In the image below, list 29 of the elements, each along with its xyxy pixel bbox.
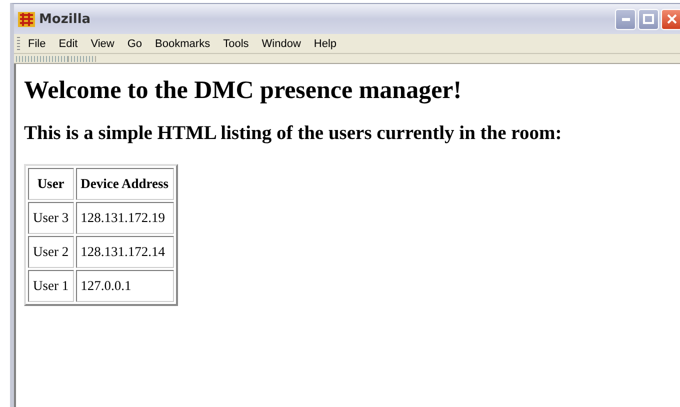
menu-item[interactable]: View [90, 38, 114, 50]
menu-item[interactable]: Edit [58, 38, 78, 50]
menu-item[interactable]: Tools [223, 38, 249, 50]
collapsed-toolbar[interactable] [16, 56, 69, 62]
table-cell: 128.131.172.19 [76, 202, 174, 234]
table-cell: User 3 [28, 202, 74, 234]
menu-item[interactable]: File [28, 38, 46, 50]
page-subheading: This is a simple HTML listing of the users currently in the room: [24, 122, 563, 146]
menu-item[interactable]: Help [314, 38, 337, 50]
table-cell: User 2 [28, 236, 74, 268]
close-button[interactable] [661, 8, 680, 30]
menu-item[interactable]: Window [262, 38, 301, 50]
maximize-button[interactable] [638, 8, 659, 30]
close-icon [666, 14, 676, 24]
maximize-icon [643, 14, 654, 24]
table-cell: 127.0.0.1 [76, 270, 174, 302]
menu-item[interactable]: Bookmarks [155, 38, 210, 50]
page-heading: Welcome to the DMC presence manager! [24, 77, 463, 105]
column-header: Device Address [76, 168, 174, 200]
table-cell: 128.131.172.14 [76, 236, 174, 268]
column-header: User [28, 168, 74, 200]
app-icon [18, 12, 35, 26]
window-title: Mozilla [39, 12, 91, 26]
minimize-icon [622, 18, 630, 20]
minimize-button[interactable] [615, 8, 636, 30]
menu-item[interactable]: Go [127, 38, 142, 50]
table-cell: User 1 [28, 270, 74, 302]
collapsed-toolbar[interactable] [71, 56, 96, 62]
toolbar-grip[interactable] [17, 36, 20, 50]
